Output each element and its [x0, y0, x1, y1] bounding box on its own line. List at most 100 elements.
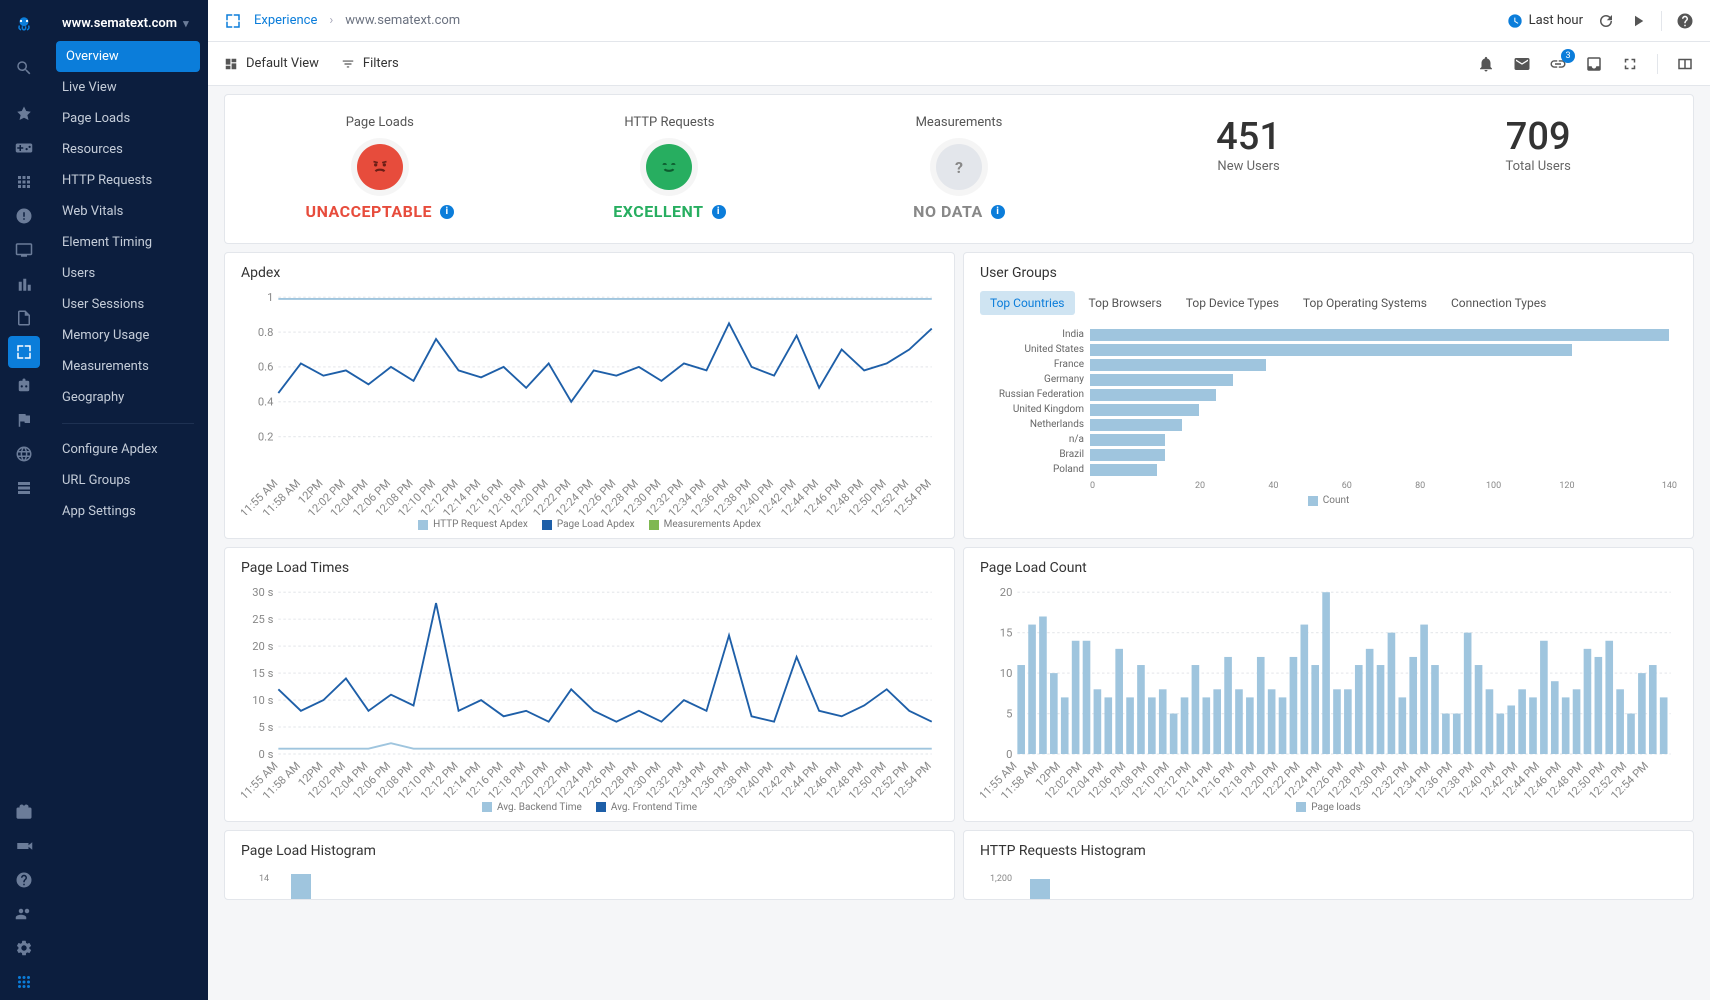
svg-text:1,200: 1,200: [990, 874, 1012, 884]
sidebar-item-user-sessions[interactable]: User Sessions: [48, 289, 208, 320]
mail-icon[interactable]: [1513, 55, 1531, 73]
page-load-times-legend: Avg. Backend TimeAvg. Frontend Time: [241, 802, 938, 813]
gift-icon[interactable]: [8, 796, 40, 828]
help-circle-icon[interactable]: [1676, 12, 1694, 30]
panel-http-histogram: HTTP Requests Histogram 1,200: [963, 830, 1694, 900]
sidebar-item-memory-usage[interactable]: Memory Usage: [48, 320, 208, 351]
sidebar-item-geography[interactable]: Geography: [48, 382, 208, 413]
sidebar-item-measurements[interactable]: Measurements: [48, 351, 208, 382]
filters-label: Filters: [363, 56, 399, 71]
play-icon[interactable]: [1629, 12, 1647, 30]
metric-http-requests: HTTP Requests EXCELLENTi: [525, 115, 815, 221]
tab-top-operating-systems[interactable]: Top Operating Systems: [1293, 291, 1437, 315]
bell-icon[interactable]: [1477, 55, 1495, 73]
help-icon[interactable]: [8, 864, 40, 896]
sidebar-divider: [62, 423, 194, 424]
inbox-icon[interactable]: [1585, 55, 1603, 73]
filters-button[interactable]: Filters: [341, 56, 399, 71]
angry-face-icon: [357, 144, 403, 190]
sidebar-item-http-requests[interactable]: HTTP Requests: [48, 165, 208, 196]
main: Experience › www.sematext.com Last hour …: [208, 0, 1710, 1000]
settings-icon[interactable]: [8, 932, 40, 964]
tab-top-device-types[interactable]: Top Device Types: [1176, 291, 1289, 315]
sidebar-item-app-settings[interactable]: App Settings: [48, 496, 208, 527]
alert-icon[interactable]: [8, 200, 40, 232]
fullscreen-icon[interactable]: [1621, 55, 1639, 73]
big-number: 709: [1393, 115, 1683, 159]
info-icon[interactable]: i: [440, 205, 454, 219]
sidebar-item-web-vitals[interactable]: Web Vitals: [48, 196, 208, 227]
svg-text:0.6: 0.6: [258, 361, 274, 374]
panel-title: Page Load Histogram: [241, 843, 938, 859]
sidebar-item-element-timing[interactable]: Element Timing: [48, 227, 208, 258]
bar-chart-icon[interactable]: [8, 268, 40, 300]
happy-face-icon: [646, 144, 692, 190]
default-view-button[interactable]: Default View: [224, 56, 319, 71]
svg-text:10: 10: [1000, 667, 1013, 680]
sidebar-item-live-view[interactable]: Live View: [48, 72, 208, 103]
breadcrumb-root[interactable]: Experience: [254, 13, 317, 28]
info-icon[interactable]: i: [991, 205, 1005, 219]
sidebar-item-url-groups[interactable]: URL Groups: [48, 465, 208, 496]
monitor-icon[interactable]: [8, 234, 40, 266]
sidebar-item-configure-apdex[interactable]: Configure Apdex: [48, 434, 208, 465]
big-number-label: Total Users: [1393, 159, 1683, 174]
focus-icon[interactable]: [224, 12, 242, 30]
user-groups-tabs: Top CountriesTop BrowsersTop Device Type…: [980, 291, 1677, 315]
icon-rail: [0, 0, 48, 1000]
country-row: Germany: [980, 372, 1677, 387]
experience-icon[interactable]: [8, 336, 40, 368]
page-load-count-chart: 0510152011:55 AM11:58 AM12PM12:02 PM12:0…: [980, 586, 1677, 798]
metric-title: Page Loads: [235, 115, 525, 130]
countries-legend: Count: [980, 495, 1677, 506]
search-icon[interactable]: [8, 52, 40, 84]
info-icon[interactable]: i: [712, 205, 726, 219]
sidebar-item-resources[interactable]: Resources: [48, 134, 208, 165]
country-row: France: [980, 357, 1677, 372]
metric-title: HTTP Requests: [525, 115, 815, 130]
sidebar-header[interactable]: www.sematext.com ▾: [48, 6, 208, 41]
metric-status: EXCELLENTi: [525, 202, 815, 221]
controller-icon[interactable]: [8, 132, 40, 164]
svg-text:30 s: 30 s: [252, 586, 273, 599]
time-range-selector[interactable]: Last hour: [1507, 13, 1583, 29]
breadcrumb-sep: ›: [329, 13, 333, 28]
panel-page-load-times: Page Load Times 0 s5 s10 s15 s20 s25 s30…: [224, 547, 955, 822]
split-icon[interactable]: [1676, 55, 1694, 73]
svg-text:14: 14: [259, 874, 269, 884]
globe-icon[interactable]: [8, 438, 40, 470]
sidebar-item-users[interactable]: Users: [48, 258, 208, 289]
svg-text:5 s: 5 s: [259, 721, 274, 734]
country-row: n/a: [980, 432, 1677, 447]
logo[interactable]: [8, 8, 40, 40]
metric-title: Measurements: [814, 115, 1104, 130]
page-load-times-chart: 0 s5 s10 s15 s20 s25 s30 s11:55 AM11:58 …: [241, 586, 938, 798]
grid-icon[interactable]: [8, 166, 40, 198]
subbar: Default View Filters 3: [208, 42, 1710, 86]
flag-icon[interactable]: [8, 404, 40, 436]
tab-top-browsers[interactable]: Top Browsers: [1079, 291, 1172, 315]
rocket-icon[interactable]: [8, 98, 40, 130]
robot-icon[interactable]: [8, 370, 40, 402]
site-name: www.sematext.com: [62, 16, 177, 31]
page-load-histogram-chart: 14: [241, 869, 938, 899]
svg-text:0 s: 0 s: [259, 748, 274, 761]
sidebar-item-overview[interactable]: Overview: [56, 41, 200, 72]
metric-new-users: 451 New Users: [1104, 115, 1394, 221]
apps-icon[interactable]: [8, 966, 40, 998]
team-icon[interactable]: [8, 898, 40, 930]
apdex-legend: HTTP Request ApdexPage Load ApdexMeasure…: [241, 519, 938, 530]
tab-top-countries[interactable]: Top Countries: [980, 291, 1075, 315]
megaphone-icon[interactable]: [8, 830, 40, 862]
sidebar-item-page-loads[interactable]: Page Loads: [48, 103, 208, 134]
refresh-icon[interactable]: [1597, 12, 1615, 30]
server-icon[interactable]: [8, 472, 40, 504]
question-face-icon: ?: [936, 144, 982, 190]
tab-connection-types[interactable]: Connection Types: [1441, 291, 1556, 315]
link-badge: 3: [1561, 49, 1575, 63]
metric-total-users: 709 Total Users: [1393, 115, 1683, 221]
metric-status: UNACCEPTABLEi: [235, 202, 525, 221]
link-icon[interactable]: 3: [1549, 55, 1567, 73]
file-icon[interactable]: [8, 302, 40, 334]
countries-chart: IndiaUnited StatesFranceGermanyRussian F…: [980, 327, 1677, 477]
